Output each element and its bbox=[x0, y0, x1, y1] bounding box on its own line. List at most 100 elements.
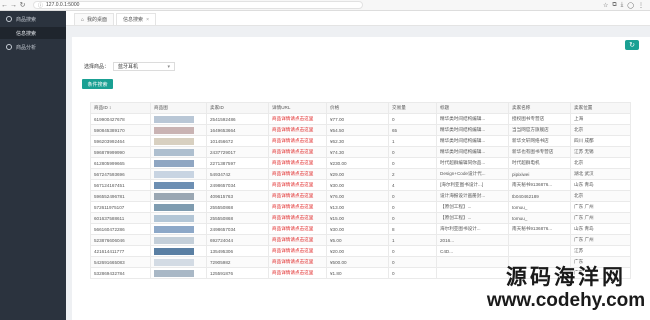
table-row: 596552496781 409615763 商品详情请点击这里 ¥76.00 0 设计海… bbox=[90, 190, 631, 202]
table-cell bbox=[150, 201, 207, 213]
product-thumbnail[interactable] bbox=[154, 247, 194, 255]
table-cell: Design+Code设计代... bbox=[436, 168, 509, 180]
tab-info-search[interactable]: 信息搜索 × bbox=[116, 13, 156, 25]
search-button[interactable]: 条件搜索 bbox=[82, 79, 113, 89]
table-cell bbox=[508, 245, 571, 257]
product-thumbnail[interactable] bbox=[154, 126, 194, 134]
product-thumbnail[interactable] bbox=[154, 192, 194, 200]
close-icon[interactable]: × bbox=[146, 17, 149, 23]
product-thumbnail[interactable] bbox=[154, 170, 194, 178]
table-cell: ¥15.00 bbox=[326, 212, 389, 224]
product-thumbnail[interactable] bbox=[154, 148, 194, 156]
table-cell: 南天秘书9136876... bbox=[508, 223, 571, 235]
table-cell: 北京 bbox=[570, 124, 631, 136]
table-cell bbox=[150, 212, 207, 224]
table-cell: 135495306 bbox=[206, 245, 269, 257]
sidebar-item-info-search[interactable]: 信息搜索 bbox=[0, 27, 66, 39]
product-thumbnail[interactable] bbox=[154, 203, 194, 211]
table-cell: ¥62.30 bbox=[326, 135, 389, 147]
detail-link[interactable]: 商品详情请点击这里 bbox=[268, 245, 327, 257]
tab-my-desktop[interactable]: ⌂ 我的桌面 bbox=[74, 13, 115, 25]
product-thumbnail[interactable] bbox=[154, 159, 194, 167]
table-cell: 广东 广州 bbox=[570, 234, 631, 246]
sidebar: 商品搜索 信息搜索 商品分析 bbox=[0, 11, 66, 320]
column-header: 交易量 bbox=[388, 102, 437, 114]
table-cell: 596879999990 bbox=[90, 146, 151, 158]
column-header: 卖家ID bbox=[206, 102, 269, 114]
product-thumbnail[interactable] bbox=[154, 269, 194, 277]
table-row: 601637588611 255550868 商品详情请点击这里 ¥15.00 0 【原创… bbox=[90, 212, 631, 224]
table-cell: ¥1.80 bbox=[326, 267, 389, 279]
star-icon[interactable]: ☆ bbox=[603, 2, 608, 9]
sidebar-item-product-analysis[interactable]: 商品分析 bbox=[0, 39, 66, 55]
detail-link[interactable]: 商品详情请点击这里 bbox=[268, 124, 327, 136]
table-cell: ¥54.50 bbox=[326, 124, 389, 136]
detail-link[interactable]: 商品详情请点击这里 bbox=[268, 168, 327, 180]
detail-link[interactable]: 商品详情请点击这里 bbox=[268, 234, 327, 246]
back-icon[interactable]: ← bbox=[0, 1, 9, 10]
product-select[interactable]: 蓝牙耳机 ▾ bbox=[113, 62, 176, 71]
table-cell: 0 bbox=[388, 212, 437, 224]
product-thumbnail[interactable] bbox=[154, 137, 194, 145]
table-cell: 湖北 武汉 bbox=[570, 168, 631, 180]
table-cell: 596552496781 bbox=[90, 190, 151, 202]
menu-icon[interactable]: ⋮ bbox=[638, 2, 644, 9]
table-cell: 0 bbox=[388, 113, 437, 125]
table-cell: 海尔利亚图书设计... bbox=[436, 223, 509, 235]
sidebar-item-label: 商品分析 bbox=[16, 44, 37, 51]
reload-icon[interactable]: ↻ bbox=[18, 1, 27, 10]
table-cell: 江苏 无锡 bbox=[570, 146, 631, 158]
sidebar-item-product-search[interactable]: 商品搜索 bbox=[0, 11, 66, 27]
detail-link[interactable]: 商品详情请点击这里 bbox=[268, 146, 327, 158]
user-icon bbox=[6, 44, 12, 50]
product-thumbnail[interactable] bbox=[154, 214, 194, 222]
forward-icon[interactable]: → bbox=[9, 1, 18, 10]
detail-link[interactable]: 商品详情请点击这里 bbox=[268, 267, 327, 279]
table-cell: 0 bbox=[388, 256, 437, 268]
detail-link[interactable]: 商品详情请点击这里 bbox=[268, 190, 327, 202]
table-cell: 567124167451 bbox=[90, 179, 151, 191]
table-cell bbox=[150, 179, 207, 191]
address-bar[interactable]: ⓘ 127.0.0.1:5000 bbox=[33, 1, 363, 9]
product-thumbnail[interactable] bbox=[154, 258, 194, 266]
table-cell: tomuu_ bbox=[508, 212, 571, 224]
table-cell: 四川 成都 bbox=[570, 135, 631, 147]
table-cell: 101456672 bbox=[206, 135, 269, 147]
product-filter: 选择商品： 蓝牙耳机 ▾ bbox=[84, 62, 176, 71]
detail-link[interactable]: 商品详情请点击这里 bbox=[268, 179, 327, 191]
table-cell: 精华类时间结构编辑... bbox=[436, 135, 509, 147]
extensions-icon[interactable]: ⧉ bbox=[612, 2, 616, 9]
column-header[interactable]: 商品ID ↕ bbox=[90, 102, 151, 114]
table-cell: ¥30.00 bbox=[326, 223, 389, 235]
refresh-button[interactable]: ↻ bbox=[625, 40, 639, 50]
table-cell: 时代超群电机 bbox=[508, 157, 571, 169]
product-thumbnail[interactable] bbox=[154, 236, 194, 244]
table-cell: tomuu_ bbox=[508, 201, 571, 213]
table-cell: 566160472286 bbox=[90, 223, 151, 235]
detail-link[interactable]: 商品详情请点击这里 bbox=[268, 212, 327, 224]
table-cell: 692724044 bbox=[206, 234, 269, 246]
product-thumbnail[interactable] bbox=[154, 181, 194, 189]
product-thumbnail[interactable] bbox=[154, 115, 194, 123]
detail-link[interactable]: 商品详情请点击这里 bbox=[268, 157, 327, 169]
product-thumbnail[interactable] bbox=[154, 225, 194, 233]
table-row: 572611975107 255550868 商品详情请点击这里 ¥13.00 0 【原创… bbox=[90, 201, 631, 213]
table-cell: C4D... bbox=[436, 245, 509, 257]
column-header: 卖家名称 bbox=[508, 102, 571, 114]
detail-link[interactable]: 商品详情请点击这里 bbox=[268, 256, 327, 268]
table-cell: 2437729017 bbox=[206, 146, 269, 158]
table-cell: 山东 青岛 bbox=[570, 223, 631, 235]
detail-link[interactable]: 商品详情请点击这里 bbox=[268, 135, 327, 147]
detail-link[interactable]: 商品详情请点击这里 bbox=[268, 113, 327, 125]
download-icon[interactable]: ⤓ bbox=[621, 2, 624, 9]
detail-link[interactable]: 商品详情请点击这里 bbox=[268, 223, 327, 235]
table-cell: 523876606046 bbox=[90, 234, 151, 246]
table-cell bbox=[150, 157, 207, 169]
detail-link[interactable]: 商品详情请点击这里 bbox=[268, 201, 327, 213]
table-cell: 授权图书专营店 bbox=[508, 113, 571, 125]
url-text: 127.0.0.1:5000 bbox=[46, 2, 80, 8]
table-row: 421614411777 135495306 商品详情请点击这里 ¥20.00 0 C4D… bbox=[90, 245, 631, 257]
table-cell: 255550868 bbox=[206, 201, 269, 213]
profile-icon[interactable]: ◯ bbox=[627, 2, 634, 9]
table-cell bbox=[508, 234, 571, 246]
